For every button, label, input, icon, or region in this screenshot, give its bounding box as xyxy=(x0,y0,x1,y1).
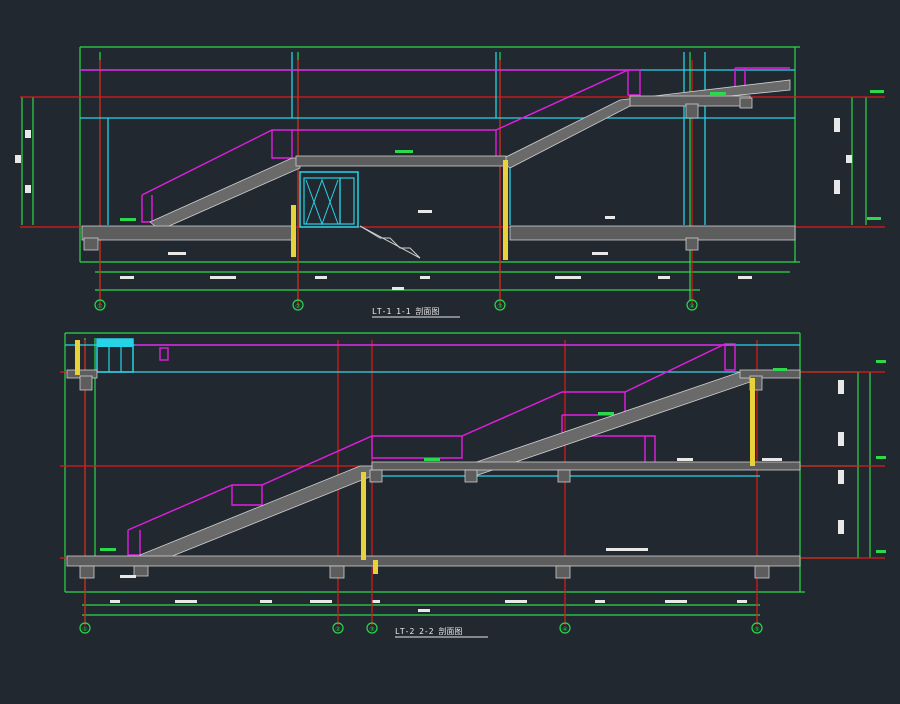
door xyxy=(299,171,359,228)
section-title: LT-2 2-2 剖面图 xyxy=(395,626,462,636)
section-2-2: ① ② ③ ④ ⑤ LT-2 2-2 剖面图 xyxy=(60,332,886,638)
walls xyxy=(291,160,508,260)
axis-label: ② xyxy=(335,626,340,633)
axis-label: ① xyxy=(82,626,87,633)
window xyxy=(96,338,134,373)
walls xyxy=(75,340,755,574)
axis-label: ⑤ xyxy=(754,626,759,633)
annotations xyxy=(120,90,884,221)
structure-lines xyxy=(65,344,800,477)
dimension-ticks xyxy=(110,380,844,612)
axis-label: ① xyxy=(97,303,102,310)
level-lines xyxy=(20,60,885,305)
axis-label: ② xyxy=(295,303,300,310)
section-1-1: ① ② ③ ④ LT-1 1-1 剖面图 xyxy=(15,46,885,318)
section-title: LT-1 1-1 剖面图 xyxy=(372,306,439,316)
structure-lines xyxy=(80,52,795,225)
axis-label: ④ xyxy=(562,626,567,633)
cad-drawing-canvas[interactable]: ① ② ③ ④ LT-1 1-1 剖面图 ① ② ③ ④ ⑤ LT-2 2-2 … xyxy=(0,0,900,700)
axis-label: ③ xyxy=(497,303,502,310)
axis-label: ④ xyxy=(689,303,694,310)
stair-section-drawing: ① ② ③ ④ LT-1 1-1 剖面图 ① ② ③ ④ ⑤ LT-2 2-2 … xyxy=(15,46,886,638)
dimension-ticks xyxy=(15,118,852,290)
axis-label: ③ xyxy=(369,626,374,633)
frame-lines xyxy=(21,46,867,300)
